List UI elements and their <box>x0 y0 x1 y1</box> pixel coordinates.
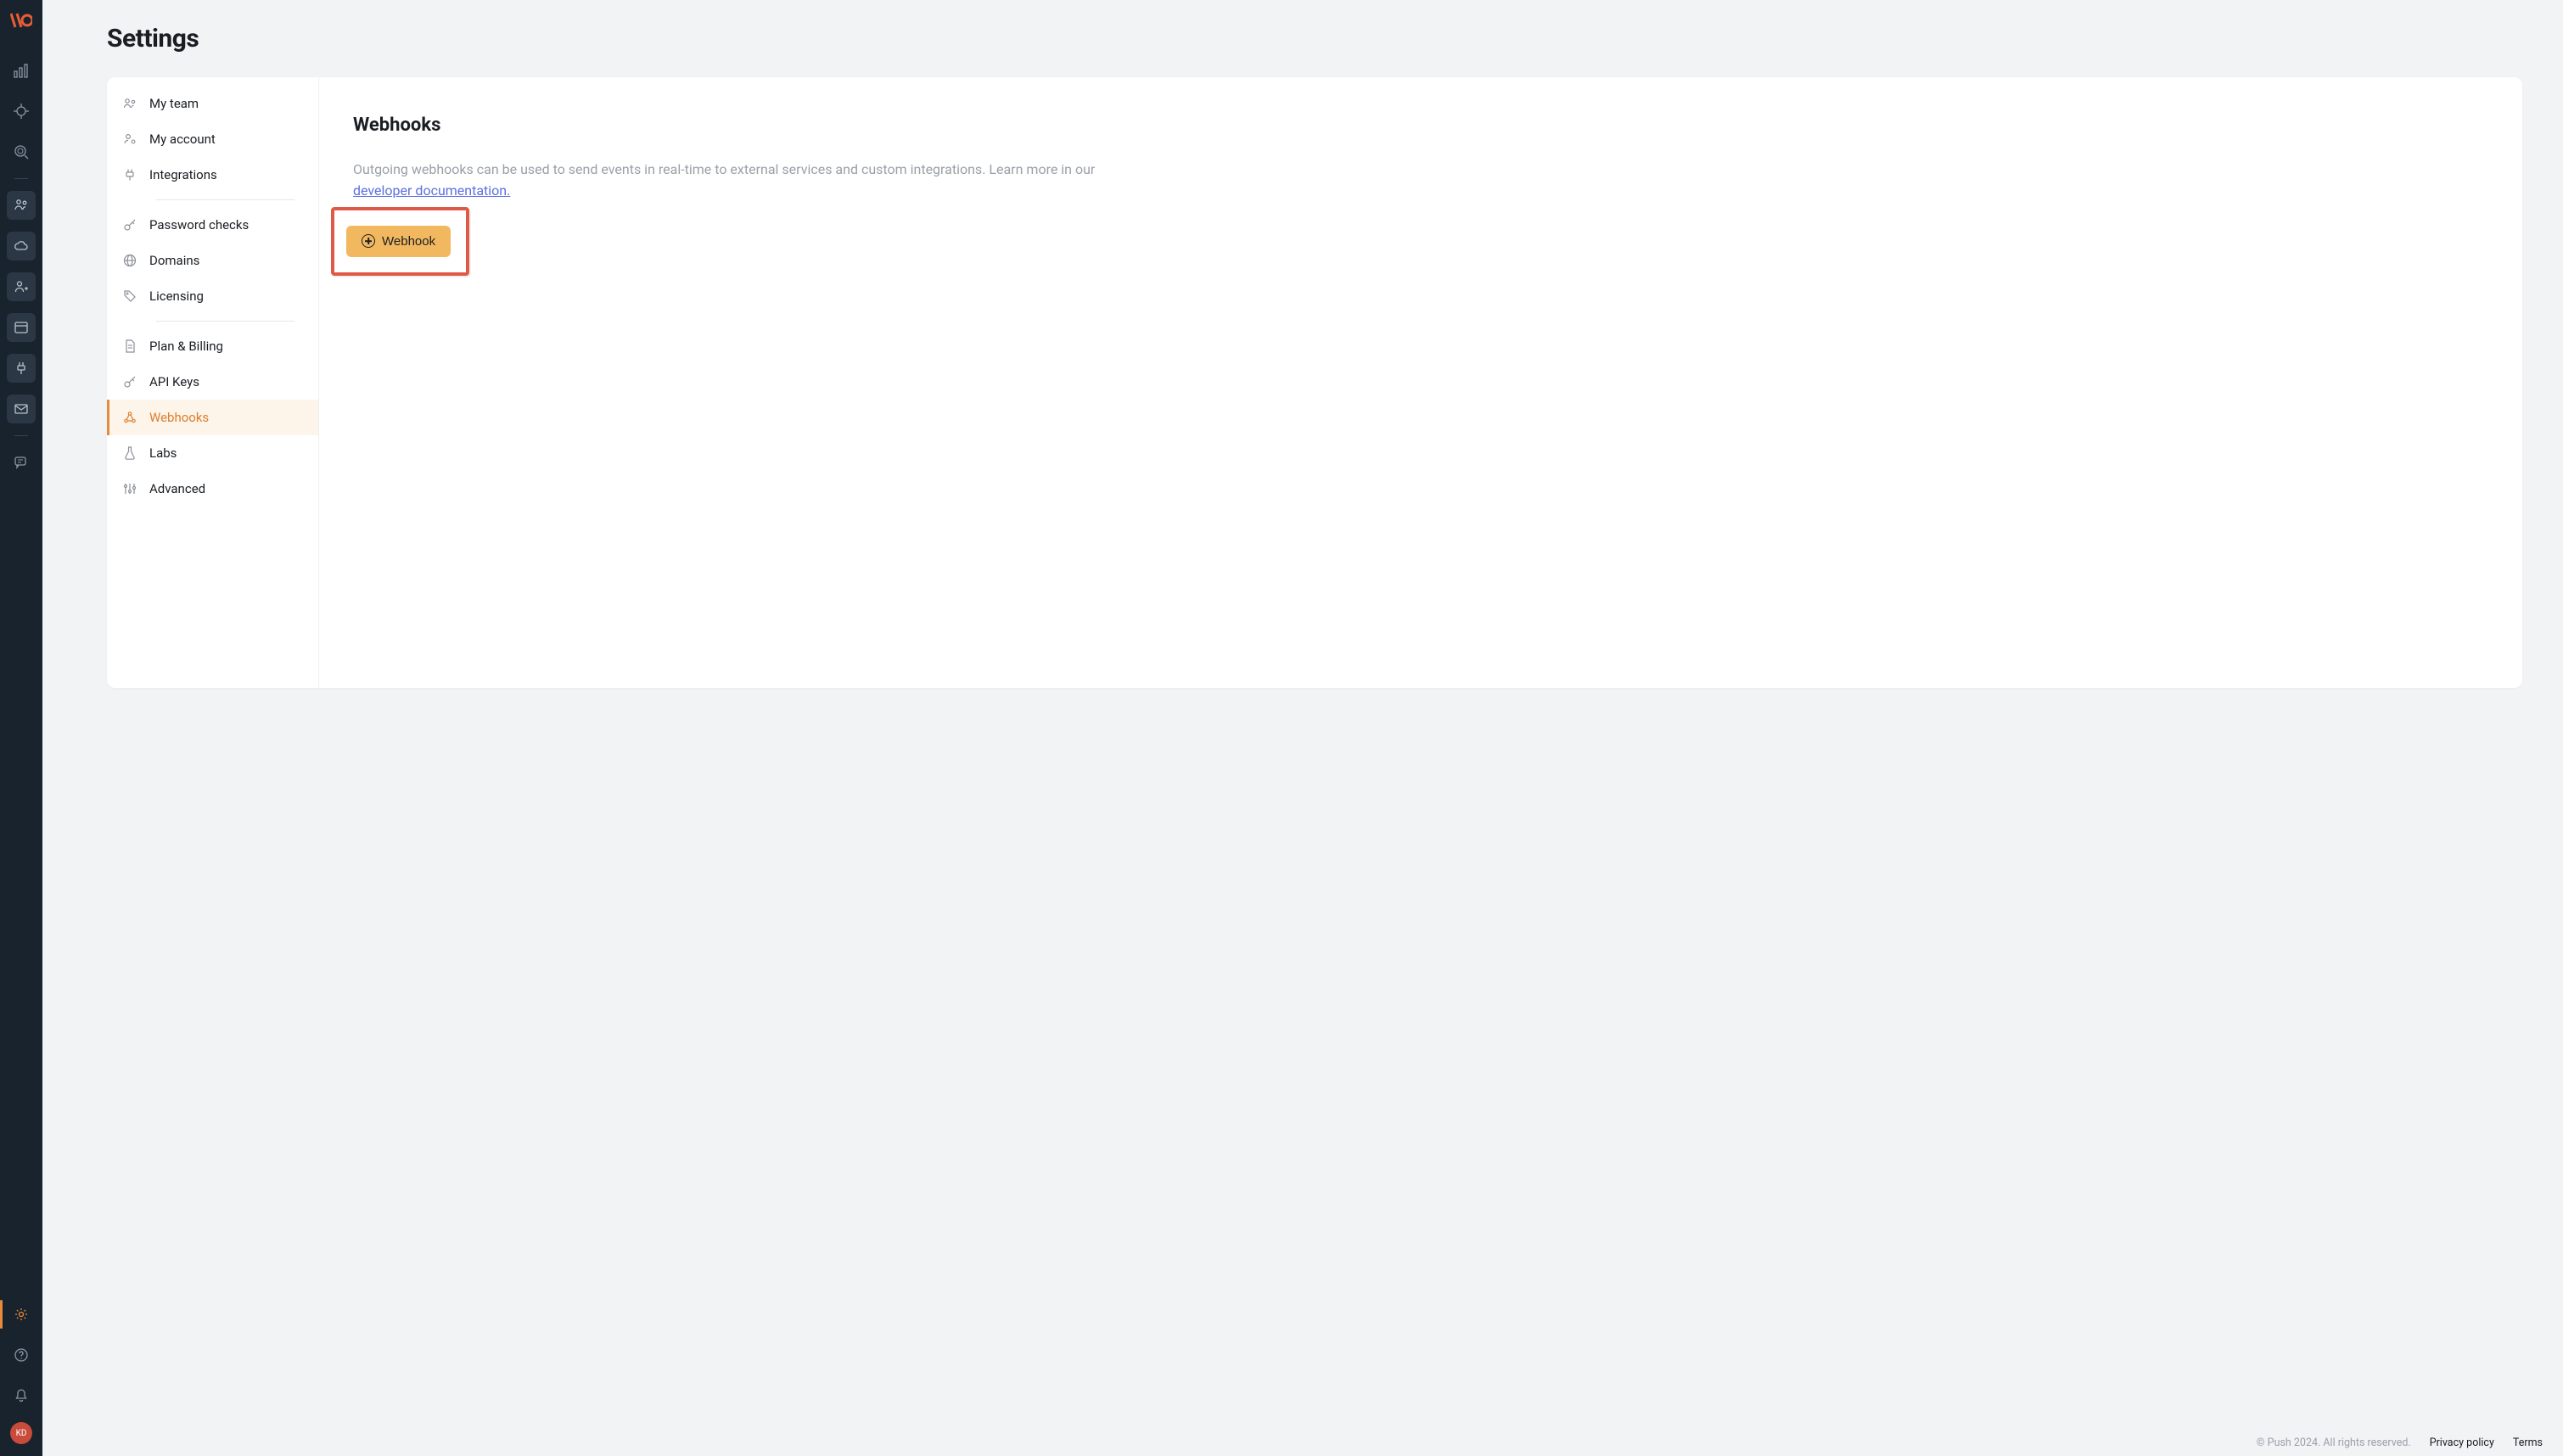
rail-plug[interactable] <box>7 354 36 383</box>
plug-icon <box>122 167 137 182</box>
settings-nav: My team My account Integrations <box>107 77 319 688</box>
rail-search[interactable] <box>7 137 36 166</box>
nav-divider <box>156 199 294 200</box>
settings-nav-password-checks[interactable]: Password checks <box>107 207 318 243</box>
nav-label: Licensing <box>149 288 204 304</box>
nav-label: Labs <box>149 445 177 461</box>
rail-chat[interactable] <box>7 448 36 477</box>
bar-chart-icon <box>14 63 29 78</box>
footer-privacy-link[interactable]: Privacy policy <box>2430 1436 2494 1449</box>
page-title: Settings <box>107 24 2522 53</box>
bell-icon <box>14 1388 29 1403</box>
key-icon <box>122 217 137 232</box>
globe-icon <box>122 253 137 268</box>
nav-label: Plan & Billing <box>149 339 223 354</box>
chat-icon <box>14 455 29 470</box>
settings-nav-my-account[interactable]: My account <box>107 121 318 157</box>
settings-nav-labs[interactable]: Labs <box>107 435 318 471</box>
settings-nav-api-keys[interactable]: API Keys <box>107 364 318 400</box>
add-webhook-button[interactable]: Webhook <box>346 226 451 257</box>
dev-docs-link[interactable]: developer documentation. <box>353 182 510 199</box>
nav-label: Advanced <box>149 481 205 496</box>
browser-icon <box>14 320 29 335</box>
team-icon <box>122 96 137 111</box>
rail-divider <box>14 178 28 179</box>
cloud-icon <box>14 238 29 254</box>
sliders-icon <box>122 481 137 496</box>
rail-target[interactable] <box>7 97 36 126</box>
avatar-initials: KD <box>16 1429 27 1438</box>
tag-icon <box>122 288 137 304</box>
file-icon <box>122 339 137 354</box>
settings-card: My team My account Integrations <box>107 77 2522 688</box>
content-heading: Webhooks <box>353 115 2488 136</box>
nav-label: Domains <box>149 253 199 268</box>
plus-circle-icon <box>362 234 375 248</box>
nav-label: Webhooks <box>149 410 209 425</box>
rail-settings[interactable] <box>7 1300 36 1329</box>
nav-label: Password checks <box>149 217 249 232</box>
nav-label: Integrations <box>149 167 217 182</box>
content-area: Webhooks Outgoing webhooks can be used t… <box>319 77 2522 688</box>
settings-nav-webhooks[interactable]: Webhooks <box>107 400 318 435</box>
app-logo[interactable] <box>10 12 32 29</box>
settings-nav-plan-billing[interactable]: Plan & Billing <box>107 328 318 364</box>
nav-divider <box>156 321 294 322</box>
mail-icon <box>14 401 29 417</box>
rail-browser[interactable] <box>7 313 36 342</box>
settings-nav-licensing[interactable]: Licensing <box>107 278 318 314</box>
footer-copyright: © Push 2024. All rights reserved. <box>2257 1436 2411 1449</box>
description-text: Outgoing webhooks can be used to send ev… <box>353 161 1095 177</box>
rail-dashboard[interactable] <box>7 56 36 85</box>
settings-nav-advanced[interactable]: Advanced <box>107 471 318 507</box>
crosshair-icon <box>14 104 29 119</box>
footer-terms-link[interactable]: Terms <box>2513 1436 2543 1449</box>
rail-user-plus[interactable] <box>7 272 36 301</box>
user-gear-icon <box>122 132 137 147</box>
key-icon <box>122 374 137 389</box>
rail-help[interactable] <box>7 1341 36 1369</box>
nav-label: My account <box>149 132 216 147</box>
user-plus-icon <box>14 279 29 294</box>
footer: © Push 2024. All rights reserved. Privac… <box>42 1430 2563 1456</box>
nav-label: My team <box>149 96 199 111</box>
plug-icon <box>14 361 29 376</box>
settings-nav-integrations[interactable]: Integrations <box>107 157 318 193</box>
settings-nav-domains[interactable]: Domains <box>107 243 318 278</box>
content-description: Outgoing webhooks can be used to send ev… <box>353 160 1117 202</box>
magnify-icon <box>14 144 29 160</box>
flask-icon <box>122 445 137 461</box>
rail-mail[interactable] <box>7 395 36 423</box>
rail-users[interactable] <box>7 191 36 220</box>
rail-cloud[interactable] <box>7 232 36 260</box>
left-rail: KD <box>0 0 42 1456</box>
webhook-icon <box>122 410 137 425</box>
rail-divider <box>14 435 28 436</box>
user-avatar[interactable]: KD <box>10 1422 32 1444</box>
button-label: Webhook <box>382 234 435 249</box>
annotation-highlight: Webhook <box>331 207 469 276</box>
settings-nav-my-team[interactable]: My team <box>107 86 318 121</box>
gear-icon <box>14 1307 29 1322</box>
help-icon <box>14 1347 29 1363</box>
rail-notifications[interactable] <box>7 1381 36 1410</box>
users-icon <box>14 198 29 213</box>
nav-label: API Keys <box>149 374 199 389</box>
